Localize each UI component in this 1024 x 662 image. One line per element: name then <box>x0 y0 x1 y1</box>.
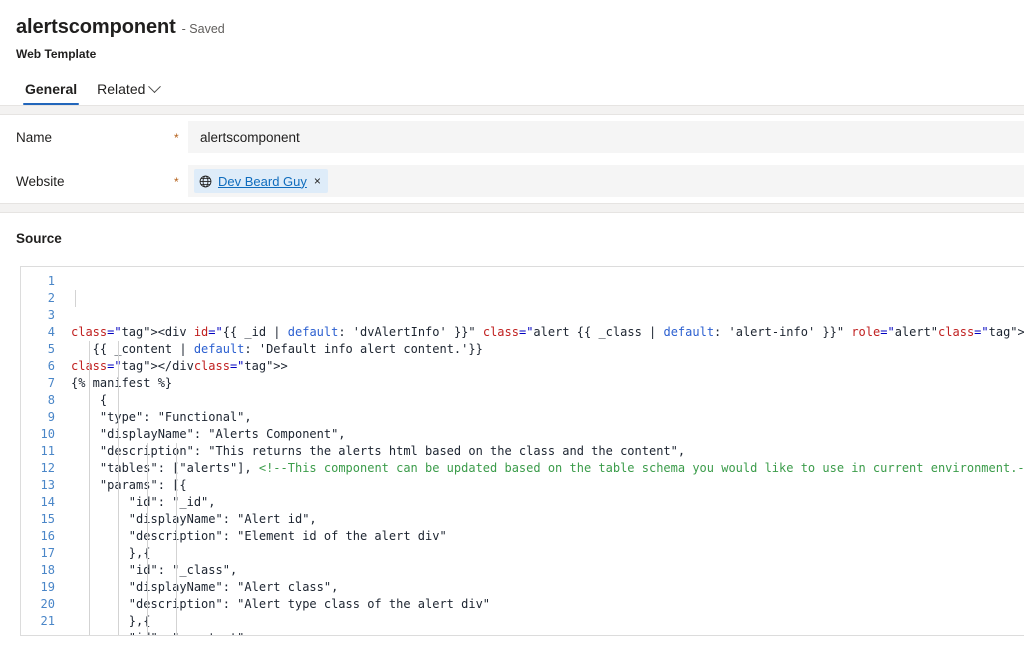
line-number: 7 <box>21 375 55 392</box>
line-number: 5 <box>21 341 55 358</box>
code-line: class="tag"><div id="{{ _id | default: '… <box>71 324 1024 341</box>
tab-general[interactable]: General <box>17 73 85 105</box>
name-required-marker: * <box>174 130 188 144</box>
line-number: 15 <box>21 511 55 528</box>
line-number: 14 <box>21 494 55 511</box>
code-lines[interactable]: class="tag"><div id="{{ _id | default: '… <box>63 267 1024 636</box>
line-number-gutter: 123456789101112131415161718192021 <box>21 267 63 636</box>
source-code-editor[interactable]: 123456789101112131415161718192021 class=… <box>20 266 1024 636</box>
code-line: { <box>71 392 1024 409</box>
code-line: "displayName": "Alert class", <box>71 579 1024 596</box>
code-line: "displayName": "Alert id", <box>71 511 1024 528</box>
code-line: "params": [{ <box>71 477 1024 494</box>
line-number: 16 <box>21 528 55 545</box>
line-number: 19 <box>21 579 55 596</box>
code-line: "description": "Alert type class of the … <box>71 596 1024 613</box>
website-lookup-link[interactable]: Dev Beard Guy <box>218 174 307 189</box>
tab-general-label: General <box>25 81 77 97</box>
code-line: "displayName": "Alerts Component", <box>71 426 1024 443</box>
website-field-control: Dev Beard Guy × <box>188 165 1024 197</box>
code-line: "description": "Element id of the alert … <box>71 528 1024 545</box>
tabstrip: General Related <box>16 73 1024 105</box>
website-lookup-pill[interactable]: Dev Beard Guy × <box>194 169 328 193</box>
website-lookup-input[interactable]: Dev Beard Guy × <box>188 165 1024 197</box>
remove-lookup-icon[interactable]: × <box>313 175 322 187</box>
line-number: 2 <box>21 290 55 307</box>
code-line: {{ _content | default: 'Default info ale… <box>71 341 1024 358</box>
line-number: 3 <box>21 307 55 324</box>
code-line: },{ <box>71 613 1024 630</box>
page-title: alertscomponent <box>16 16 176 39</box>
entity-type-label: Web Template <box>16 47 1024 61</box>
name-field-control <box>188 121 1024 153</box>
code-line: "tables": ["alerts"], <!--This component… <box>71 460 1024 477</box>
form-body: Name * Website * Dev Beard Guy × <box>0 115 1024 203</box>
line-number: 11 <box>21 443 55 460</box>
code-line: },{ <box>71 545 1024 562</box>
record-header: alertscomponent - Saved Web Template Gen… <box>0 0 1024 105</box>
save-status: - Saved <box>182 22 225 36</box>
website-required-marker: * <box>174 174 188 188</box>
line-number: 13 <box>21 477 55 494</box>
line-number: 8 <box>21 392 55 409</box>
line-number: 21 <box>21 613 55 630</box>
form-divider-band <box>0 203 1024 213</box>
name-field-label: Name <box>16 130 174 145</box>
line-number: 12 <box>21 460 55 477</box>
globe-icon <box>199 175 212 188</box>
code-line: "description": "This returns the alerts … <box>71 443 1024 460</box>
line-number: 20 <box>21 596 55 613</box>
code-line: "id": "_content", <box>71 630 1024 636</box>
tab-related[interactable]: Related <box>89 73 167 105</box>
code-line: class="tag"></divclass="tag">> <box>71 358 1024 375</box>
header-divider-band <box>0 105 1024 115</box>
line-number: 9 <box>21 409 55 426</box>
line-number: 10 <box>21 426 55 443</box>
code-line: "type": "Functional", <box>71 409 1024 426</box>
name-input[interactable] <box>188 121 1024 153</box>
website-field-label: Website <box>16 174 174 189</box>
source-section-label: Source <box>0 213 1024 246</box>
code-line: {% manifest %} <box>71 375 1024 392</box>
source-section: Source 123456789101112131415161718192021… <box>0 213 1024 636</box>
chevron-down-icon <box>149 80 162 93</box>
field-row-website: Website * Dev Beard Guy × <box>0 159 1024 203</box>
code-area: 123456789101112131415161718192021 class=… <box>21 267 1024 636</box>
field-row-name: Name * <box>0 115 1024 159</box>
tab-related-label: Related <box>97 81 145 97</box>
code-line: "id": "_class", <box>71 562 1024 579</box>
code-line: "id": "_id", <box>71 494 1024 511</box>
title-row: alertscomponent - Saved <box>16 16 1024 42</box>
line-number: 18 <box>21 562 55 579</box>
line-number: 1 <box>21 273 55 290</box>
line-number: 4 <box>21 324 55 341</box>
line-number: 6 <box>21 358 55 375</box>
line-number: 17 <box>21 545 55 562</box>
